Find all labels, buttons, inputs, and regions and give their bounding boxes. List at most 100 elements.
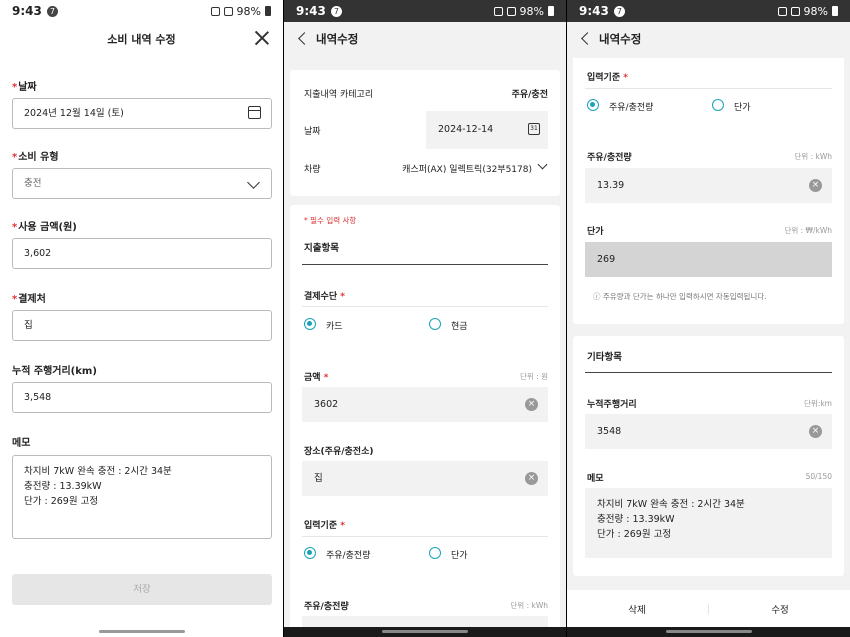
- price-input[interactable]: 269: [585, 242, 832, 277]
- divider: [585, 372, 832, 374]
- memo-label: 메모: [587, 474, 604, 484]
- vehicle-label: 차량: [304, 165, 321, 175]
- battery-percent: 98%: [803, 4, 828, 18]
- etc-card: 기타항목 누적주행거리 단위:km 3548 × 메모 50/150 차지비 7…: [573, 336, 844, 576]
- date-label: 날짜: [304, 127, 321, 137]
- mileage-input[interactable]: 3,548: [12, 382, 272, 413]
- save-button[interactable]: 저장: [12, 574, 272, 605]
- type-select[interactable]: 충전: [12, 168, 272, 199]
- price-radio-label: 단가: [734, 103, 751, 113]
- volume-radio[interactable]: [304, 547, 316, 559]
- required-note: * 필수 입력 사항: [304, 216, 357, 225]
- bottom-action-bar: 삭제 | 수정: [567, 590, 850, 628]
- top-bar: 내역수정: [567, 22, 850, 58]
- battery-percent: 98%: [519, 4, 544, 18]
- divider: [302, 536, 548, 537]
- divider: [302, 264, 548, 266]
- clear-icon[interactable]: ×: [525, 398, 538, 411]
- input-card: 입력기준 * 주유/충전량 단가 주유/충전량 단위 : kWh 13.39 ×…: [573, 58, 844, 324]
- battery-icon: [265, 6, 271, 16]
- volume-radio[interactable]: [587, 99, 599, 111]
- edit-button[interactable]: 수정: [710, 602, 850, 616]
- notification-badge: 7: [330, 5, 342, 17]
- basis-label: 입력기준 *: [304, 521, 345, 531]
- wifi-icon: [223, 6, 233, 16]
- status-bar: 9:43 7 98%: [0, 0, 283, 22]
- volume-unit: 단위 : kWh: [510, 601, 548, 610]
- payee-label: *결제처: [12, 294, 46, 305]
- amount-input[interactable]: 3,602: [12, 238, 272, 269]
- volume-value: 13.39: [597, 180, 625, 191]
- memo-line: 충전량 : 13.39kW: [597, 514, 675, 525]
- volume-label: 주유/충전량: [304, 602, 349, 612]
- summary-card: 지출내역 카테고리 주유/충전 날짜 2024-12-14 31 차량 캐스퍼(…: [290, 70, 560, 196]
- notification-badge: 7: [613, 5, 625, 17]
- memo-textarea[interactable]: 차지비 7kW 완속 충전 : 2시간 34분 충전량 : 13.39kW 단가…: [12, 455, 272, 539]
- status-time: 9:43: [12, 4, 42, 18]
- alarm-icon: [210, 6, 220, 16]
- category-value: 주유/충전: [511, 90, 548, 100]
- place-input[interactable]: 집 ×: [302, 461, 548, 496]
- status-time: 9:43: [296, 4, 326, 18]
- battery-icon: [548, 6, 554, 16]
- date-value: 2024-12-14: [438, 124, 494, 135]
- memo-label: 메모: [12, 438, 31, 449]
- status-bar: 9:43 7 98%: [284, 0, 566, 22]
- battery-percent: 98%: [236, 4, 261, 18]
- vehicle-value[interactable]: 캐스퍼(AX) 일렉트릭(32부5178): [402, 162, 532, 175]
- mileage-input[interactable]: 3548 ×: [585, 414, 832, 449]
- calendar-icon[interactable]: 31: [528, 123, 540, 135]
- back-arrow-icon[interactable]: [298, 32, 311, 45]
- chevron-down-icon: [247, 176, 260, 189]
- payee-input[interactable]: 집: [12, 310, 272, 341]
- page-title: 내역수정: [599, 32, 642, 46]
- price-radio-label: 단가: [451, 551, 468, 561]
- card-radio[interactable]: [304, 318, 316, 330]
- status-time: 9:43: [579, 4, 609, 18]
- delete-button[interactable]: 삭제: [567, 602, 707, 616]
- alarm-icon: [493, 6, 503, 16]
- alarm-icon: [777, 6, 787, 16]
- date-label: *날짜: [12, 82, 37, 93]
- history-edit-screen-top: 9:43 7 98% 내역수정 지출내역 카테고리 주유/충전 날짜 2024-…: [284, 0, 566, 637]
- amount-value: 3602: [314, 399, 339, 410]
- volume-input[interactable]: 13.39 ×: [585, 168, 832, 203]
- divider: [585, 88, 832, 89]
- top-bar: 내역수정: [284, 22, 566, 58]
- wifi-icon: [506, 6, 516, 16]
- battery-icon: [832, 6, 838, 16]
- category-label: 지출내역 카테고리: [304, 90, 374, 100]
- home-indicator[interactable]: [665, 630, 752, 633]
- status-bar: 9:43 7 98%: [567, 0, 850, 22]
- mileage-unit: 단위:km: [804, 399, 832, 408]
- memo-textarea[interactable]: 차지비 7kW 완속 충전 : 2시간 34분 충전량 : 13.39kW 단가…: [585, 488, 832, 558]
- memo-line: 충전량 : 13.39kW: [24, 481, 102, 492]
- date-value: 2024년 12월 14일 (토): [24, 108, 124, 119]
- amount-label: *사용 금액(원): [12, 222, 77, 233]
- calendar-icon[interactable]: [248, 106, 261, 119]
- clear-icon[interactable]: ×: [809, 425, 822, 438]
- price-radio[interactable]: [712, 99, 724, 111]
- cash-radio[interactable]: [429, 318, 441, 330]
- memo-count: 50/150: [805, 472, 832, 481]
- expense-card: * 필수 입력 사항 지출항목 결제수단 * 카드 현금 금액 * 단위 : 원…: [290, 205, 560, 637]
- place-label: 장소(주유/충전소): [304, 447, 374, 457]
- chevron-down-icon[interactable]: [537, 159, 548, 170]
- back-arrow-icon[interactable]: [581, 32, 594, 45]
- memo-line: 차지비 7kW 완속 충전 : 2시간 34분: [24, 466, 172, 477]
- date-field[interactable]: 2024년 12월 14일 (토): [12, 98, 272, 129]
- price-radio[interactable]: [429, 547, 441, 559]
- amount-input[interactable]: 3602 ×: [302, 387, 548, 422]
- home-indicator[interactable]: [98, 630, 185, 633]
- nav-bar: [567, 627, 850, 637]
- wifi-icon: [790, 6, 800, 16]
- volume-label: 주유/충전량: [587, 153, 632, 163]
- notification-badge: 7: [46, 5, 58, 17]
- date-picker[interactable]: 2024-12-14 31: [426, 111, 548, 149]
- home-indicator[interactable]: [382, 630, 468, 633]
- history-edit-screen-bottom: 9:43 7 98% 내역수정 입력기준 * 주유/충전량 단가 주유/충전량 …: [567, 0, 850, 637]
- close-icon[interactable]: [254, 30, 270, 46]
- clear-icon[interactable]: ×: [525, 472, 538, 485]
- clear-icon[interactable]: ×: [809, 179, 822, 192]
- card-radio-label: 카드: [326, 322, 343, 332]
